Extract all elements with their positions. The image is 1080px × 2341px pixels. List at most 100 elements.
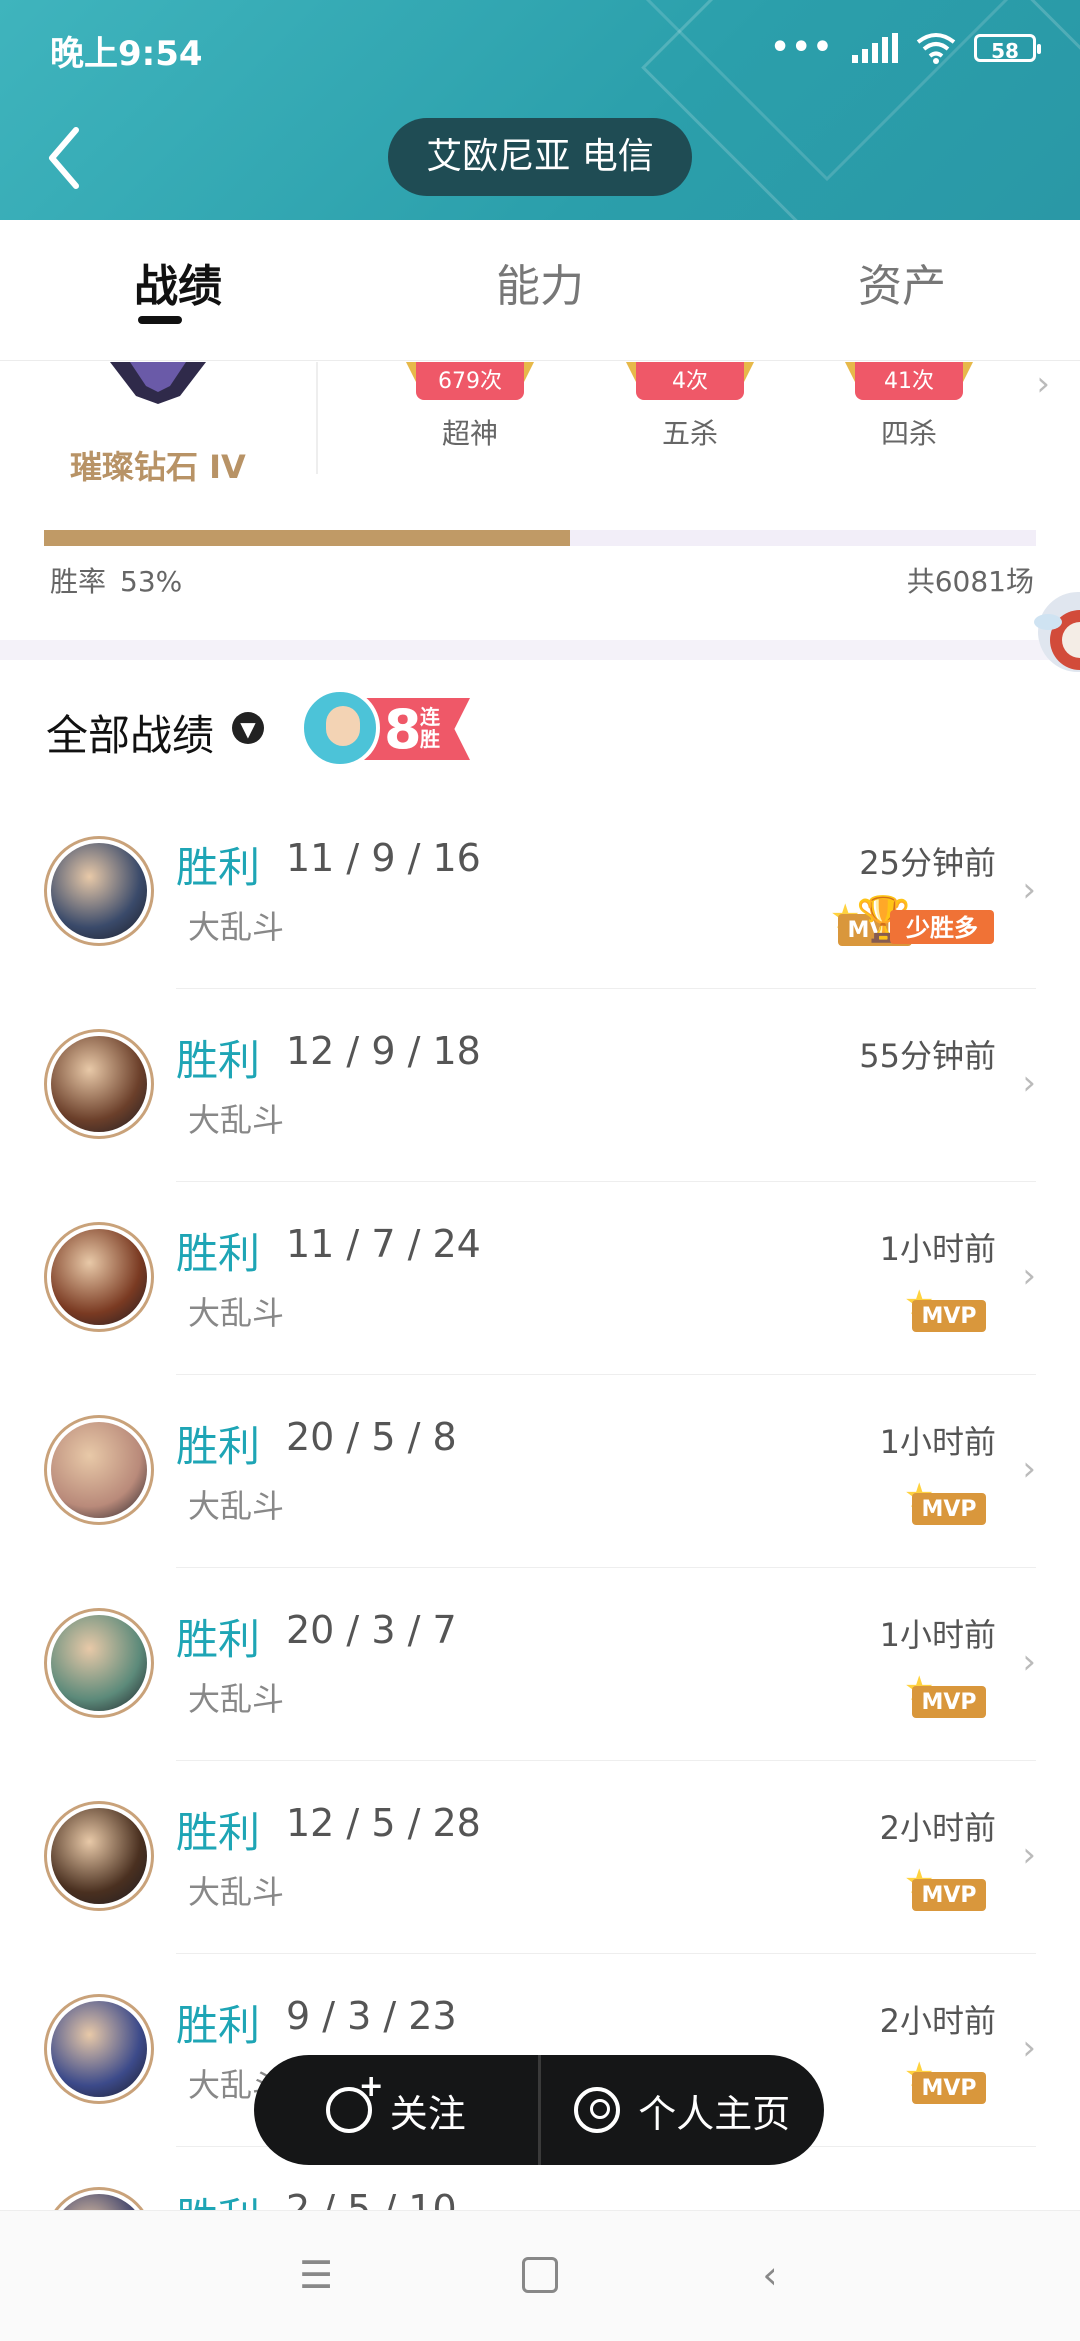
champion-avatar [44, 836, 154, 946]
chevron-right-icon: › [1022, 2028, 1036, 2068]
signal-icon [852, 32, 898, 63]
mvp-label: MVP [912, 1493, 986, 1525]
match-time: 1小时前 [879, 1423, 996, 1461]
match-row[interactable]: 胜利 20 / 5 / 8大乱斗 1小时前 › ★MVP [0, 1375, 1080, 1568]
stat-quadra-kill: 41次 四杀 [845, 362, 973, 452]
profile-icon [574, 2087, 621, 2133]
match-time: 2小时前 [879, 2002, 996, 2040]
chevron-right-icon: › [1022, 1642, 1036, 1682]
stat-legendary: 679次 超神 [406, 362, 534, 452]
follow-label: 关注 [389, 2091, 466, 2136]
match-kda: 12 / 5 / 28 [286, 1801, 481, 1845]
menu-icon[interactable]: ☰ [296, 2255, 336, 2295]
chevron-right-icon: › [1022, 1449, 1036, 1489]
rank-emblem-icon [110, 362, 206, 404]
match-time: 1小时前 [879, 1230, 996, 1268]
rank-name: 璀璨钻石 IV [70, 448, 246, 486]
back-arrow-icon[interactable] [36, 118, 96, 198]
system-nav-bar: ☰ ‹ [0, 2210, 1080, 2341]
stat-count: 41次 [845, 362, 973, 400]
match-row[interactable]: 胜利 12 / 5 / 28大乱斗 2小时前 › ★MVP [0, 1761, 1080, 1954]
header: 晚上9:54 ••• 58 艾欧尼亚 电信 [0, 0, 1080, 220]
floating-action-bar: 关注 个人主页 [254, 2055, 824, 2165]
chevron-right-icon: › [1022, 1256, 1036, 1296]
match-row[interactable]: 胜利 12 / 9 / 18 大乱斗 55分钟前 › [0, 989, 1080, 1182]
chevron-right-icon[interactable]: › [1036, 364, 1050, 404]
match-mode: 大乱斗 [188, 1487, 285, 1525]
battery-icon: 58 [974, 33, 1041, 63]
wifi-icon [916, 32, 956, 64]
mvp-label: MVP [912, 1300, 986, 1332]
match-row[interactable]: 胜利 20 / 3 / 7大乱斗 1小时前 › ★MVP [0, 1568, 1080, 1761]
match-mode: 大乱斗 [188, 1101, 285, 1139]
match-result: 胜利 [176, 1615, 261, 1664]
record-summary[interactable]: 璀璨钻石 IV 679次 超神 4次 五杀 41次 四杀 › 胜率 53% 共60… [0, 362, 1080, 640]
tab-ability[interactable]: 能力 [496, 250, 584, 314]
champion-avatar [44, 1608, 154, 1718]
chevron-down-icon[interactable]: ▼ [232, 712, 264, 744]
match-result: 胜利 [176, 1422, 261, 1471]
streak-avatar-icon [300, 688, 380, 768]
win-rate-bar [44, 530, 1036, 546]
champion-avatar [44, 1801, 154, 1911]
server-title[interactable]: 艾欧尼亚 电信 [388, 118, 692, 196]
win-rate-fill [44, 530, 570, 546]
match-kda: 20 / 5 / 8 [286, 1415, 457, 1459]
status-time: 晚上9:54 [50, 34, 203, 74]
match-mode: 大乱斗 [188, 908, 285, 946]
stat-count: 4次 [626, 362, 754, 400]
tab-assets[interactable]: 资产 [858, 250, 946, 314]
match-time: 55分钟前 [859, 1037, 996, 1075]
stat-label: 超神 [441, 417, 498, 450]
stat-count: 679次 [406, 362, 534, 400]
tab-bar: 战绩 能力 资产 [0, 220, 1080, 361]
mvp-badge: ★MVP [904, 1479, 986, 1527]
follow-button[interactable]: 关注 [254, 2055, 538, 2165]
matches-header: 全部战绩 ▼ 8 连胜 [0, 680, 1080, 780]
match-mode: 大乱斗 [188, 1873, 285, 1911]
underdog-label: 少胜多 [890, 910, 994, 944]
tab-record[interactable]: 战绩 [134, 250, 222, 314]
match-mode: 大乱斗 [188, 1680, 285, 1718]
match-kda: 12 / 9 / 18 [286, 1029, 481, 1073]
more-dots-icon: ••• [770, 30, 834, 65]
win-streak-badge: 8 连胜 [300, 684, 470, 770]
mvp-badge: ★MVP [904, 1672, 986, 1720]
win-rate-label: 胜率 [50, 565, 107, 598]
match-result: 胜利 [176, 1229, 261, 1278]
match-mode: 大乱斗 [188, 1294, 285, 1332]
match-kda: 11 / 7 / 24 [286, 1222, 481, 1266]
match-result: 胜利 [176, 1036, 261, 1085]
match-time: 1小时前 [879, 1616, 996, 1654]
win-rate-value: 53% [120, 565, 183, 598]
mvp-badge: ★MVP [904, 2058, 986, 2106]
total-games: 共6081场 [906, 565, 1034, 598]
stat-label: 五杀 [661, 417, 718, 450]
streak-text: 连胜 [420, 705, 440, 751]
home-icon[interactable] [520, 2255, 560, 2295]
mvp-label: MVP [912, 1879, 986, 1911]
match-time: 2小时前 [879, 1809, 996, 1847]
champion-avatar [44, 1415, 154, 1525]
profile-label: 个人主页 [638, 2091, 791, 2136]
profile-button[interactable]: 个人主页 [541, 2055, 825, 2165]
match-kda: 20 / 3 / 7 [286, 1608, 457, 1652]
matches-filter[interactable]: 全部战绩 [46, 702, 214, 763]
match-row[interactable]: 胜利11 / 9 / 16大乱斗25分钟前›★MVP🏆少胜多 [0, 796, 1080, 989]
mvp-label: MVP [912, 1686, 986, 1718]
champion-avatar [44, 1222, 154, 1332]
chevron-right-icon: › [1022, 870, 1036, 910]
streak-number: 8 [384, 698, 422, 761]
chevron-right-icon: › [1022, 1063, 1036, 1103]
match-result: 胜利 [176, 2001, 261, 2050]
divider [316, 362, 318, 474]
section-separator [0, 640, 1080, 660]
stat-penta-kill: 4次 五杀 [626, 362, 754, 452]
match-row[interactable]: 胜利 11 / 7 / 24大乱斗 1小时前 › ★MVP [0, 1182, 1080, 1375]
match-result: 胜利 [176, 843, 261, 892]
match-kda: 9 / 3 / 23 [286, 1994, 457, 2038]
champion-avatar [44, 1029, 154, 1139]
back-icon[interactable]: ‹ [750, 2255, 790, 2295]
underdog-win-badge: 🏆 少胜多 [856, 896, 996, 950]
match-result: 胜利 [176, 1808, 261, 1857]
